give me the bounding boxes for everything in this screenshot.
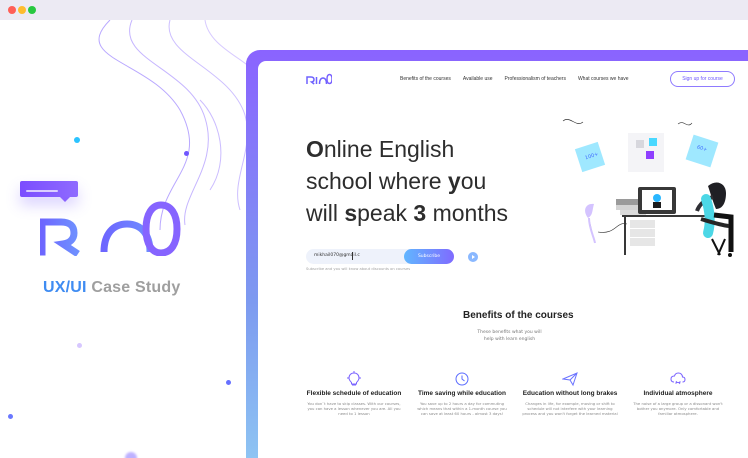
main-navigation: Benefits of the courses Available use Pr… bbox=[400, 76, 629, 82]
subscribe-button[interactable]: Subscribe bbox=[404, 249, 454, 264]
decorative-dot-cyan bbox=[74, 137, 80, 143]
cloud-sync-icon bbox=[670, 372, 686, 385]
hero-line-1: Online English bbox=[306, 133, 536, 165]
nav-link-available-use[interactable]: Available use bbox=[463, 76, 493, 82]
hero-line-2-text: school where bbox=[306, 168, 448, 194]
feature-title: Flexible schedule of education bbox=[306, 390, 402, 397]
browser-window-chrome bbox=[0, 0, 748, 20]
case-study-title: UX/UI Case Study bbox=[43, 279, 180, 297]
feature-description: You don`t have to skip classes. With our… bbox=[307, 401, 401, 417]
hero-line-2-end: ou bbox=[460, 168, 487, 194]
decorative-dot-purple bbox=[184, 151, 189, 156]
decorative-dot-lilac bbox=[77, 343, 82, 348]
nav-link-benefits[interactable]: Benefits of the courses bbox=[400, 76, 451, 82]
chat-bubble-icon bbox=[20, 181, 78, 202]
hero-line-3-text: will bbox=[306, 200, 345, 226]
nav-logo[interactable] bbox=[306, 73, 332, 85]
case-study-prefix: UX/UI bbox=[43, 279, 87, 296]
feature-title: Individual atmosphere bbox=[643, 390, 713, 397]
website-preview: Benefits of the courses Available use Pr… bbox=[258, 61, 748, 458]
hero-line-3-middle: peak bbox=[357, 200, 414, 226]
feature-card: Individual atmosphere The noise of a lar… bbox=[630, 371, 726, 417]
case-study-suffix: Case Study bbox=[86, 279, 181, 296]
feature-description: Changes in life, for example, moving or … bbox=[522, 401, 618, 417]
play-video-button[interactable] bbox=[468, 252, 478, 262]
paper-plane-icon bbox=[562, 372, 578, 387]
feature-card: Time saving while education You save up … bbox=[414, 371, 510, 417]
minimize-window-button[interactable] bbox=[18, 6, 26, 14]
clock-icon bbox=[455, 372, 469, 386]
close-window-button[interactable] bbox=[8, 6, 16, 14]
hero-line-3: will speak 3 months bbox=[306, 197, 536, 229]
maximize-window-button[interactable] bbox=[28, 6, 36, 14]
hero-line-3-number: 3 bbox=[413, 200, 427, 226]
feature-title: Time saving while education bbox=[417, 390, 506, 397]
feature-description: You save up to 2 hours a day for commuti… bbox=[417, 401, 507, 417]
hero-line-1-text: nline English bbox=[323, 136, 455, 162]
feature-card: Flexible schedule of education You don`t… bbox=[306, 371, 402, 417]
feature-description: The noise of a large group or a dissonan… bbox=[633, 401, 723, 417]
student-workspace-illustration: 100+ 60+ bbox=[562, 119, 734, 257]
hero-line-2: school where you bbox=[306, 165, 536, 197]
hero-line-3-end: months bbox=[426, 200, 509, 226]
nav-link-teachers[interactable]: Professionalism of teachers bbox=[505, 76, 566, 82]
chat-bubble-line bbox=[26, 190, 58, 192]
hero-headline: Online English school where you will spe… bbox=[306, 133, 536, 229]
benefits-subtitle: These benefits what you will help with l… bbox=[477, 330, 542, 342]
lightbulb-icon bbox=[347, 371, 361, 386]
sign-up-button[interactable]: Sign up for course bbox=[670, 71, 735, 87]
hero-line-3-emphasis: s bbox=[344, 200, 358, 226]
benefits-title: Benefits of the courses bbox=[463, 310, 574, 321]
feature-title: Education without long brakes bbox=[522, 390, 618, 397]
text-cursor bbox=[352, 252, 353, 260]
nav-link-courses[interactable]: What courses we have bbox=[578, 76, 629, 82]
subscribe-note: Subscribe and you will know about discou… bbox=[306, 267, 411, 271]
hero-line-1-emphasis: O bbox=[306, 136, 324, 162]
benefits-list: Flexible schedule of education You don`t… bbox=[306, 371, 726, 417]
feature-card: Education without long brakes Changes in… bbox=[522, 371, 618, 417]
decorative-dot-bottom bbox=[8, 414, 13, 419]
decorative-dot-blue bbox=[226, 380, 231, 385]
decorative-dot-soft bbox=[125, 452, 137, 458]
rio-brand-logo bbox=[40, 201, 181, 256]
hero-line-2-emphasis: y bbox=[447, 168, 461, 194]
